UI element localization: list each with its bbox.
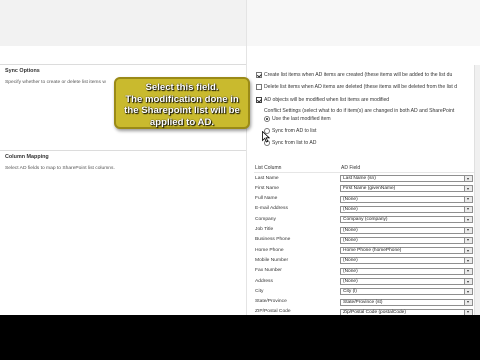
ad-field-select-value: First Name (givenName) [343, 186, 396, 192]
ad-field-select-value: (None) [343, 206, 358, 212]
mapping-row-label: Address [255, 278, 273, 284]
chevron-down-icon[interactable] [464, 289, 472, 295]
ad-field-select[interactable]: State/Province (st) [340, 298, 473, 306]
ad-field-select[interactable]: City (l) [340, 288, 473, 296]
ad-field-select[interactable]: Zip/Postal Code (postalCode) [340, 308, 473, 315]
sync-options-description: Specify whether to create or delete list… [5, 80, 106, 85]
ad-field-select-value: Home Phone (homePhone) [343, 248, 402, 254]
ad-field-select[interactable]: (None) [340, 278, 473, 285]
ad-field-select-value: (None) [343, 268, 358, 274]
radio-last-modified-label: Use the last modified item [272, 116, 331, 122]
ad-field-select[interactable]: (None) [340, 267, 473, 275]
callout-line: Select this field. [145, 82, 219, 93]
chevron-down-icon[interactable] [464, 196, 472, 202]
ad-field-select-value: (None) [343, 258, 358, 264]
page-scrollbar[interactable] [474, 65, 480, 315]
mapping-row-label: Full Name [255, 196, 278, 202]
chevron-down-icon[interactable] [464, 176, 472, 181]
ad-field-select-value: City (l) [343, 289, 357, 295]
chevron-down-icon[interactable] [464, 268, 472, 274]
callout-line: applied to AD. [149, 116, 215, 128]
mapping-row-label: Job Title [255, 227, 274, 232]
create-items-label: Create list items when AD items are crea… [264, 72, 453, 78]
mapping-row-label: City [255, 288, 264, 294]
column-mapping-description: Select AD fields to map to SharePoint li… [5, 166, 115, 171]
chevron-down-icon[interactable] [464, 248, 472, 254]
ad-field-select-value: (None) [343, 227, 358, 233]
list-column-header: List Column [255, 165, 282, 171]
mapping-row-label: Fax Number [255, 268, 282, 274]
chevron-down-icon[interactable] [464, 237, 472, 243]
mapping-row-label: Company [255, 216, 276, 222]
chevron-down-icon[interactable] [464, 217, 472, 223]
ad-field-select-value: (None) [343, 279, 358, 284]
ad-field-select-value: Last Name (sn) [343, 176, 376, 181]
header-divider [254, 172, 474, 173]
ad-modified-label: AD objects will be modified when list it… [264, 97, 390, 103]
chevron-down-icon[interactable] [464, 279, 472, 284]
ad-field-select[interactable]: (None) [340, 205, 473, 213]
ad-field-header: AD Field [341, 165, 361, 171]
ad-field-select-value: (None) [343, 237, 358, 243]
radio-ad-to-list-label: Sync from AD to list [272, 128, 317, 134]
radio-list-to-ad-label: Sync from list to AD [272, 140, 317, 146]
mouse-cursor-icon [262, 131, 270, 143]
sync-options-title: Sync Options [5, 68, 40, 74]
ad-field-select-value: Zip/Postal Code (postalCode) [343, 309, 406, 315]
mapping-row-label: Business Phone [255, 237, 291, 243]
delete-items-label: Delete list items when AD items are dele… [264, 84, 458, 90]
ad-field-select[interactable]: First Name (givenName) [340, 185, 473, 193]
chevron-down-icon[interactable] [464, 227, 472, 233]
top-area [0, 0, 480, 46]
ad-field-select[interactable]: (None) [340, 195, 473, 203]
column-mapping-title: Column Mapping [5, 154, 49, 160]
callout-line: The modification done in [125, 93, 239, 105]
ad-field-select[interactable]: Last Name (sn) [340, 175, 473, 182]
chevron-down-icon[interactable] [464, 206, 472, 212]
chevron-down-icon[interactable] [464, 299, 472, 305]
conflict-settings-label: Conflict Settings (select what to do if … [264, 108, 455, 114]
chevron-down-icon[interactable] [464, 309, 472, 315]
radio-last-modified[interactable] [264, 116, 270, 122]
mapping-row-label: State/Province [255, 299, 287, 305]
create-items-checkbox[interactable] [256, 72, 262, 78]
sharepoint-settings-page: Sync Options Specify whether to create o… [0, 0, 480, 315]
instruction-callout: Select this field. The modification done… [114, 77, 250, 129]
mapping-row-label: ZIP/Postal Code [255, 309, 291, 315]
delete-items-checkbox[interactable] [256, 84, 262, 90]
callout-line: the Sharepoint list will be [124, 105, 240, 116]
ad-field-select-value: Company (company) [343, 217, 388, 223]
chevron-down-icon[interactable] [464, 258, 472, 264]
chevron-down-icon[interactable] [464, 186, 472, 192]
ad-field-select[interactable]: (None) [340, 226, 473, 234]
mapping-row-label: Mobile Number [255, 257, 289, 263]
ad-field-select[interactable]: (None) [340, 257, 473, 265]
column-divider [246, 0, 247, 315]
ad-modified-checkbox[interactable] [256, 97, 262, 103]
mapping-row-label: E-mail Address [255, 206, 288, 212]
mapping-row-label: First Name [255, 185, 279, 191]
mapping-row-label: Last Name [255, 175, 279, 181]
ad-field-select-value: (None) [343, 196, 358, 202]
ad-field-select[interactable]: (None) [340, 236, 473, 244]
mapping-row-label: Home Phone [255, 247, 284, 253]
ad-field-select[interactable]: Home Phone (homePhone) [340, 247, 473, 255]
section-divider [0, 150, 246, 151]
section-divider [0, 64, 246, 65]
ad-field-select[interactable]: Company (company) [340, 216, 473, 224]
ad-field-select-value: State/Province (st) [343, 299, 383, 305]
